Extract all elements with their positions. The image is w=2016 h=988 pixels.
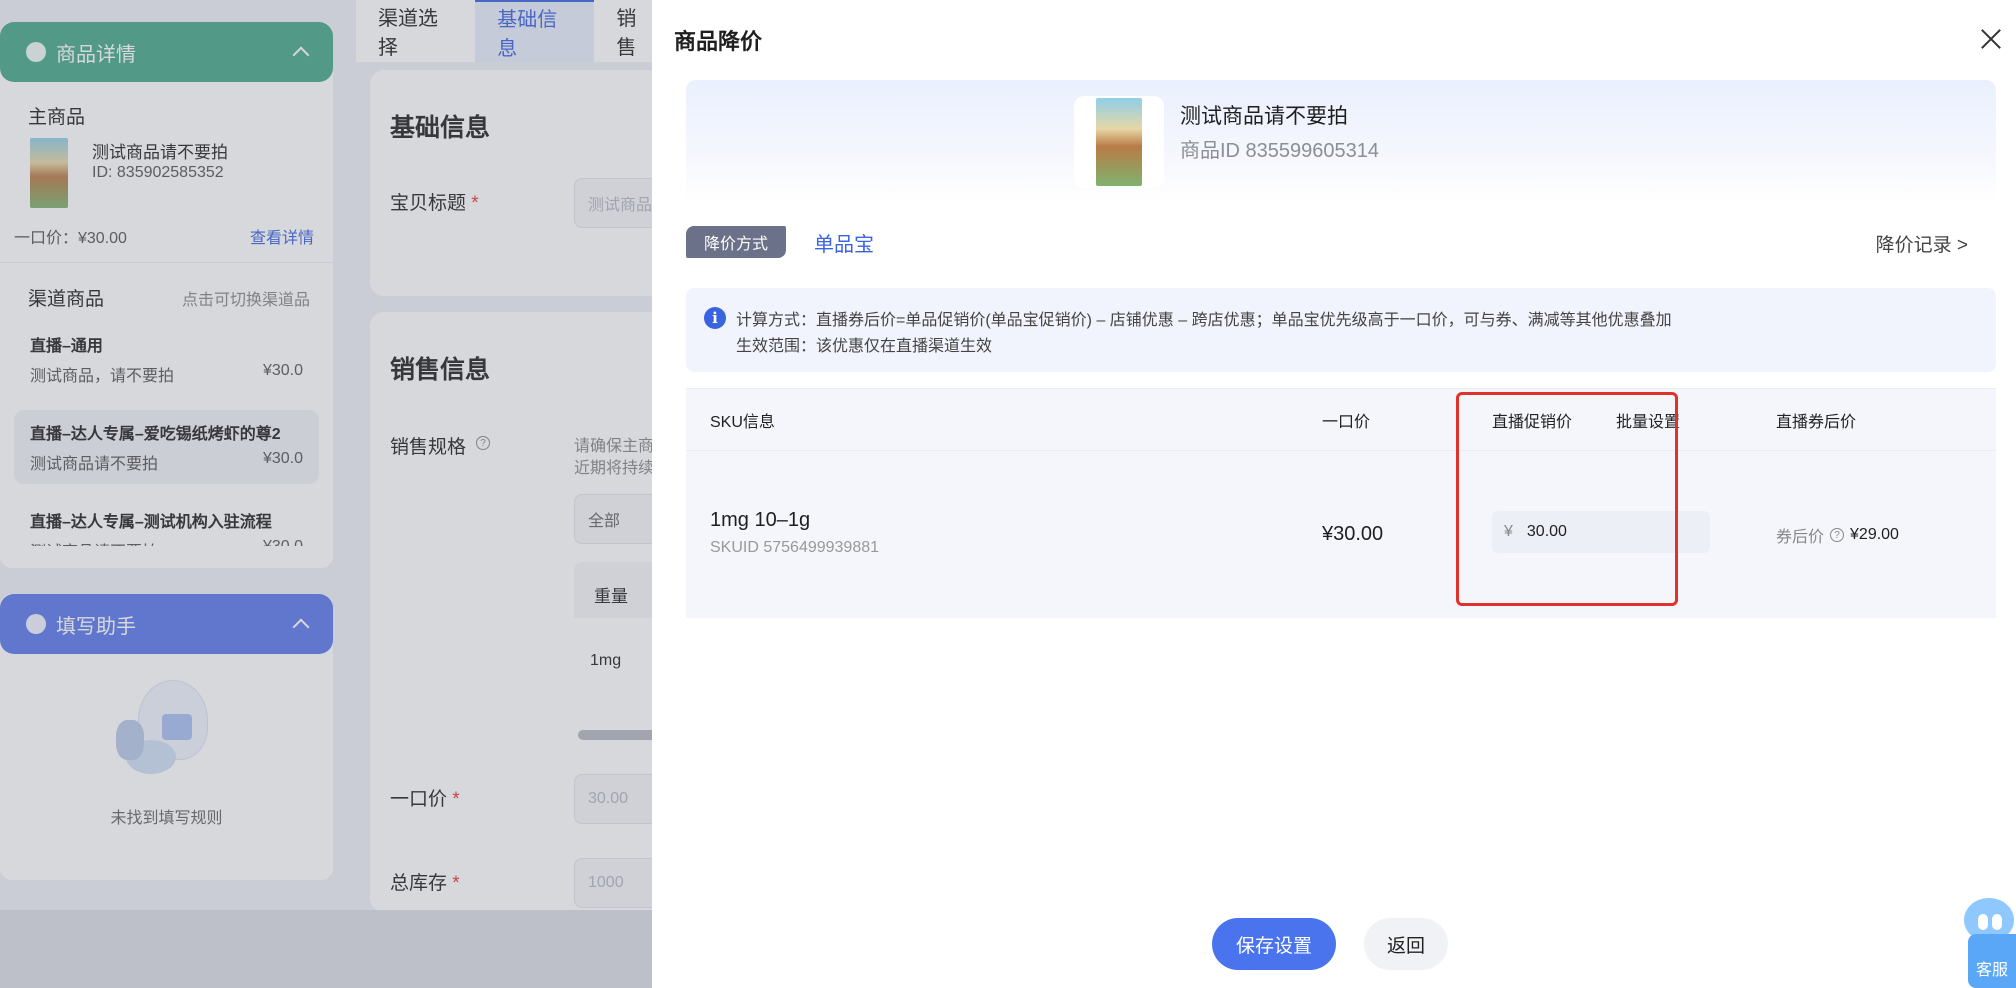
customer-service-widget[interactable]: 客服 bbox=[1960, 898, 2016, 988]
drawer-footer: 保存设置 返回 bbox=[652, 918, 2016, 970]
calculation-method-text: 计算方式：直播券后价=单品促销价(单品宝促销价) – 店铺优惠 – 跨店优惠；单… bbox=[736, 312, 1672, 329]
modal-overlay[interactable] bbox=[0, 0, 652, 988]
reduction-mode-value: 单品宝 bbox=[814, 234, 874, 256]
live-promo-price-input[interactable]: ¥ 30.00 bbox=[1492, 511, 1710, 553]
after-coupon-cell: 券后价 ? ¥29.00 bbox=[1776, 523, 1899, 547]
question-icon[interactable]: ? bbox=[1830, 528, 1845, 542]
after-coupon-label: 券后价 bbox=[1776, 529, 1825, 546]
price-reduction-drawer: 商品降价 测试商品请不要拍 商品ID 835599605314 降价方式 单品宝… bbox=[652, 0, 2016, 988]
after-coupon-value: ¥29.00 bbox=[1850, 526, 1899, 543]
table-row: 1mg 10–1g SKUID 5756499939881 ¥30.00 ¥ 3… bbox=[686, 450, 1996, 618]
sku-name: 1mg 10–1g bbox=[710, 509, 811, 531]
info-icon: i bbox=[704, 307, 726, 329]
reduction-mode-tag: 降价方式 bbox=[686, 226, 787, 258]
product-thumbnail bbox=[1074, 96, 1164, 188]
sku-id: SKUID 5756499939881 bbox=[710, 539, 880, 556]
back-button[interactable]: 返回 bbox=[1364, 918, 1448, 970]
product-name: 测试商品请不要拍 bbox=[1180, 105, 1348, 128]
customer-service-label: 客服 bbox=[1968, 934, 2016, 988]
calculation-info-box: i 计算方式：直播券后价=单品促销价(单品宝促销价) – 店铺优惠 – 跨店优惠… bbox=[686, 288, 1996, 372]
drawer-title: 商品降价 bbox=[674, 29, 763, 54]
live-promo-price-value: 30.00 bbox=[1526, 523, 1567, 540]
effective-scope-text: 生效范围：该优惠仅在直播渠道生效 bbox=[736, 338, 993, 355]
reduction-record-link[interactable]: 降价记录 > bbox=[1876, 230, 1968, 257]
product-id: 商品ID 835599605314 bbox=[1180, 140, 1380, 162]
save-settings-button[interactable]: 保存设置 bbox=[1212, 918, 1336, 970]
sku-fixed-price: ¥30.00 bbox=[1322, 523, 1384, 545]
close-icon[interactable] bbox=[1978, 26, 2004, 52]
product-banner: 测试商品请不要拍 商品ID 835599605314 bbox=[686, 80, 1996, 204]
reduction-mode-row: 降价方式 单品宝 降价记录 > bbox=[686, 224, 1996, 260]
currency-symbol: ¥ bbox=[1504, 523, 1513, 540]
